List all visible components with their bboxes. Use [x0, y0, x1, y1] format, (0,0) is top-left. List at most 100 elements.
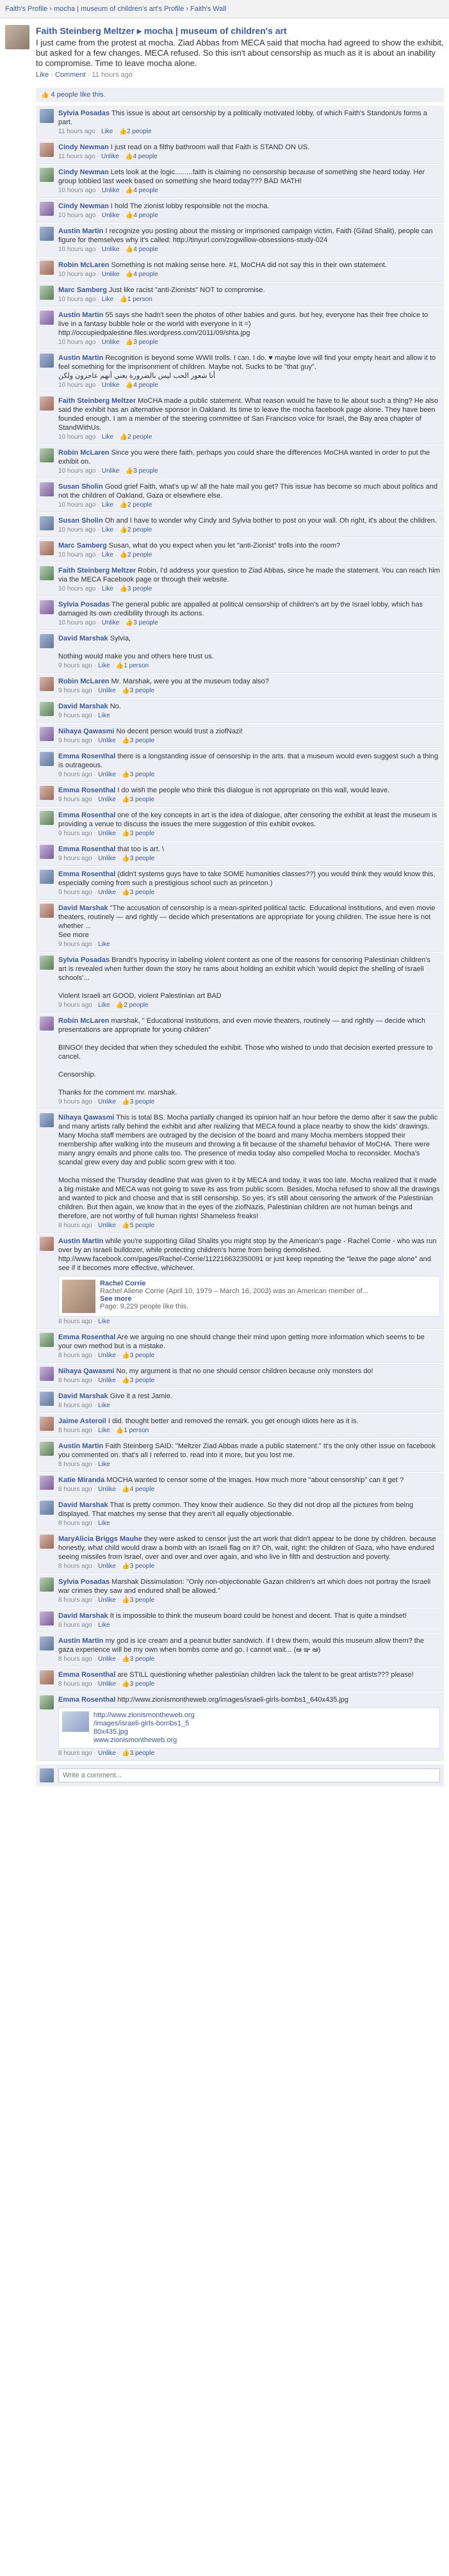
comment-author[interactable]: David Marshak — [58, 635, 108, 642]
commenter-avatar[interactable] — [40, 261, 54, 275]
link-preview-line[interactable]: /images/israeli-girls-bombs1_5 — [94, 1720, 195, 1728]
unlike-button[interactable]: Unlike — [98, 1377, 116, 1384]
comment-author[interactable]: Emma Rosenthal — [58, 811, 115, 819]
comment-author[interactable]: Susan Sholin — [58, 483, 103, 491]
commenter-avatar[interactable] — [40, 1016, 54, 1031]
comment-author[interactable]: Emma Rosenthal — [58, 787, 115, 794]
like-button[interactable]: Like — [98, 1402, 110, 1409]
comment-author[interactable]: Nihaya Qawasmi — [58, 1114, 114, 1121]
comment-like-count[interactable]: 3 people — [130, 796, 154, 803]
breadcrumb[interactable]: Faith's Profile › mocha | museum of chil… — [5, 5, 226, 13]
comment-like-count[interactable]: 4 people — [130, 1486, 154, 1493]
comment-like-count[interactable]: 3 people — [130, 1352, 154, 1359]
comment-like-count[interactable]: 3 people — [130, 1098, 154, 1105]
post-comment-link[interactable]: Comment — [55, 71, 86, 79]
comment-like-count[interactable]: 2 people — [127, 526, 152, 534]
unlike-button[interactable]: Unlike — [102, 246, 120, 253]
unlike-button[interactable]: Unlike — [102, 212, 120, 219]
post-author-link[interactable]: Faith Steinberg Meltzer — [36, 26, 135, 36]
comment-author[interactable]: David Marshak — [58, 703, 108, 710]
unlike-button[interactable]: Unlike — [98, 1681, 116, 1688]
commenter-avatar[interactable] — [40, 845, 54, 859]
unlike-button[interactable]: Unlike — [98, 737, 116, 744]
like-button[interactable]: Like — [98, 1318, 110, 1325]
comment-like-count[interactable]: 4 people — [133, 382, 158, 389]
commenter-avatar[interactable] — [40, 600, 54, 614]
comment-input[interactable] — [58, 1768, 440, 1782]
comment-like-count[interactable]: 3 people — [130, 771, 154, 778]
comment-author[interactable]: Austin Martin — [58, 354, 103, 362]
comment-author[interactable]: Robin McLaren — [58, 449, 109, 457]
comment-author[interactable]: Sylvia Posadas — [58, 110, 110, 117]
commenter-avatar[interactable] — [40, 1670, 54, 1684]
comment-author[interactable]: Sylvia Posadas — [58, 1578, 110, 1586]
comment-author[interactable]: Cindy Newman — [58, 168, 109, 176]
comment-like-count[interactable]: 2 people — [124, 1002, 148, 1009]
commenter-avatar[interactable] — [40, 634, 54, 648]
comment-author[interactable]: David Marshak — [58, 904, 108, 912]
like-button[interactable]: Like — [98, 712, 110, 719]
comment-author[interactable]: Marc Samberg — [58, 542, 107, 550]
like-button[interactable]: Like — [98, 1622, 110, 1629]
shared-page-card[interactable]: Rachel Corrie Rachel Aliene Corrie (April… — [58, 1276, 440, 1317]
like-button[interactable]: Like — [98, 1427, 110, 1434]
unlike-button[interactable]: Unlike — [98, 830, 116, 837]
comment-like-count[interactable]: 3 people — [130, 1681, 154, 1688]
commenter-avatar[interactable] — [40, 1392, 54, 1406]
like-button[interactable]: Like — [102, 551, 113, 558]
unlike-button[interactable]: Unlike — [98, 1098, 116, 1105]
unlike-button[interactable]: Unlike — [98, 1597, 116, 1604]
comment-like-count[interactable]: 3 people — [130, 1656, 154, 1663]
comment-like-count[interactable]: 1 person — [127, 296, 152, 303]
commenter-avatar[interactable] — [40, 727, 54, 741]
commenter-avatar[interactable] — [40, 1237, 54, 1251]
link-preview-line[interactable]: www.zionismontheweb.org — [94, 1736, 195, 1745]
likes-summary-text[interactable]: 4 people like this. — [51, 91, 106, 99]
commenter-avatar[interactable] — [40, 1417, 54, 1431]
commenter-avatar[interactable] — [40, 786, 54, 800]
post-target-link[interactable]: mocha | museum of children's art — [144, 26, 287, 36]
commenter-avatar[interactable] — [40, 1636, 54, 1651]
comment-author[interactable]: Nihaya Qawasmi — [58, 728, 114, 735]
comment-like-count[interactable]: 3 people — [130, 1377, 154, 1384]
comment-author[interactable]: Sylvia Posadas — [58, 956, 110, 964]
link-preview-thumbnail[interactable] — [62, 1711, 89, 1732]
comment-author[interactable]: Austin Martin — [58, 1237, 103, 1245]
unlike-button[interactable]: Unlike — [98, 1563, 116, 1570]
comment-like-count[interactable]: 3 people — [127, 585, 152, 592]
commenter-avatar[interactable] — [40, 396, 54, 411]
like-button[interactable]: Like — [102, 501, 113, 509]
commenter-avatar[interactable] — [40, 1367, 54, 1381]
comment-author[interactable]: David Marshak — [58, 1612, 108, 1620]
comment-author[interactable]: Marc Samberg — [58, 286, 107, 294]
like-button[interactable]: Like — [102, 434, 113, 441]
commenter-avatar[interactable] — [40, 1695, 54, 1709]
commenter-avatar[interactable] — [40, 702, 54, 716]
comment-author[interactable]: David Marshak — [58, 1392, 108, 1400]
comment-like-count[interactable]: 2 people — [127, 434, 152, 441]
comment-author[interactable]: Emma Rosenthal — [58, 1333, 115, 1341]
unlike-button[interactable]: Unlike — [98, 1750, 116, 1757]
commenter-avatar[interactable] — [40, 143, 54, 157]
link-preview-card[interactable]: http://www.zionismontheweb.org/images/is… — [58, 1708, 440, 1749]
comment-like-count[interactable]: 3 people — [130, 889, 154, 896]
comment-author[interactable]: Emma Rosenthal — [58, 1696, 115, 1704]
commenter-avatar[interactable] — [40, 109, 54, 123]
unlike-button[interactable]: Unlike — [98, 1486, 116, 1493]
comment-author[interactable]: Austin Martin — [58, 227, 103, 235]
like-button[interactable]: Like — [102, 585, 113, 592]
commenter-avatar[interactable] — [40, 956, 54, 970]
like-button[interactable]: Like — [98, 1520, 110, 1527]
unlike-button[interactable]: Unlike — [102, 187, 120, 194]
comment-author[interactable]: Susan Sholin — [58, 517, 103, 525]
unlike-button[interactable]: Unlike — [102, 619, 120, 626]
comment-author[interactable]: Robin McLaren — [58, 678, 109, 685]
commenter-avatar[interactable] — [40, 311, 54, 325]
comment-like-count[interactable]: 3 people — [130, 1597, 154, 1604]
shared-page-thumbnail[interactable] — [62, 1280, 95, 1313]
likes-summary[interactable]: 👍 4 people like this. — [36, 88, 444, 102]
commenter-avatar[interactable] — [40, 541, 54, 555]
unlike-button[interactable]: Unlike — [102, 382, 120, 389]
comment-like-count[interactable]: 4 people — [133, 271, 158, 278]
commenter-avatar[interactable] — [40, 904, 54, 918]
